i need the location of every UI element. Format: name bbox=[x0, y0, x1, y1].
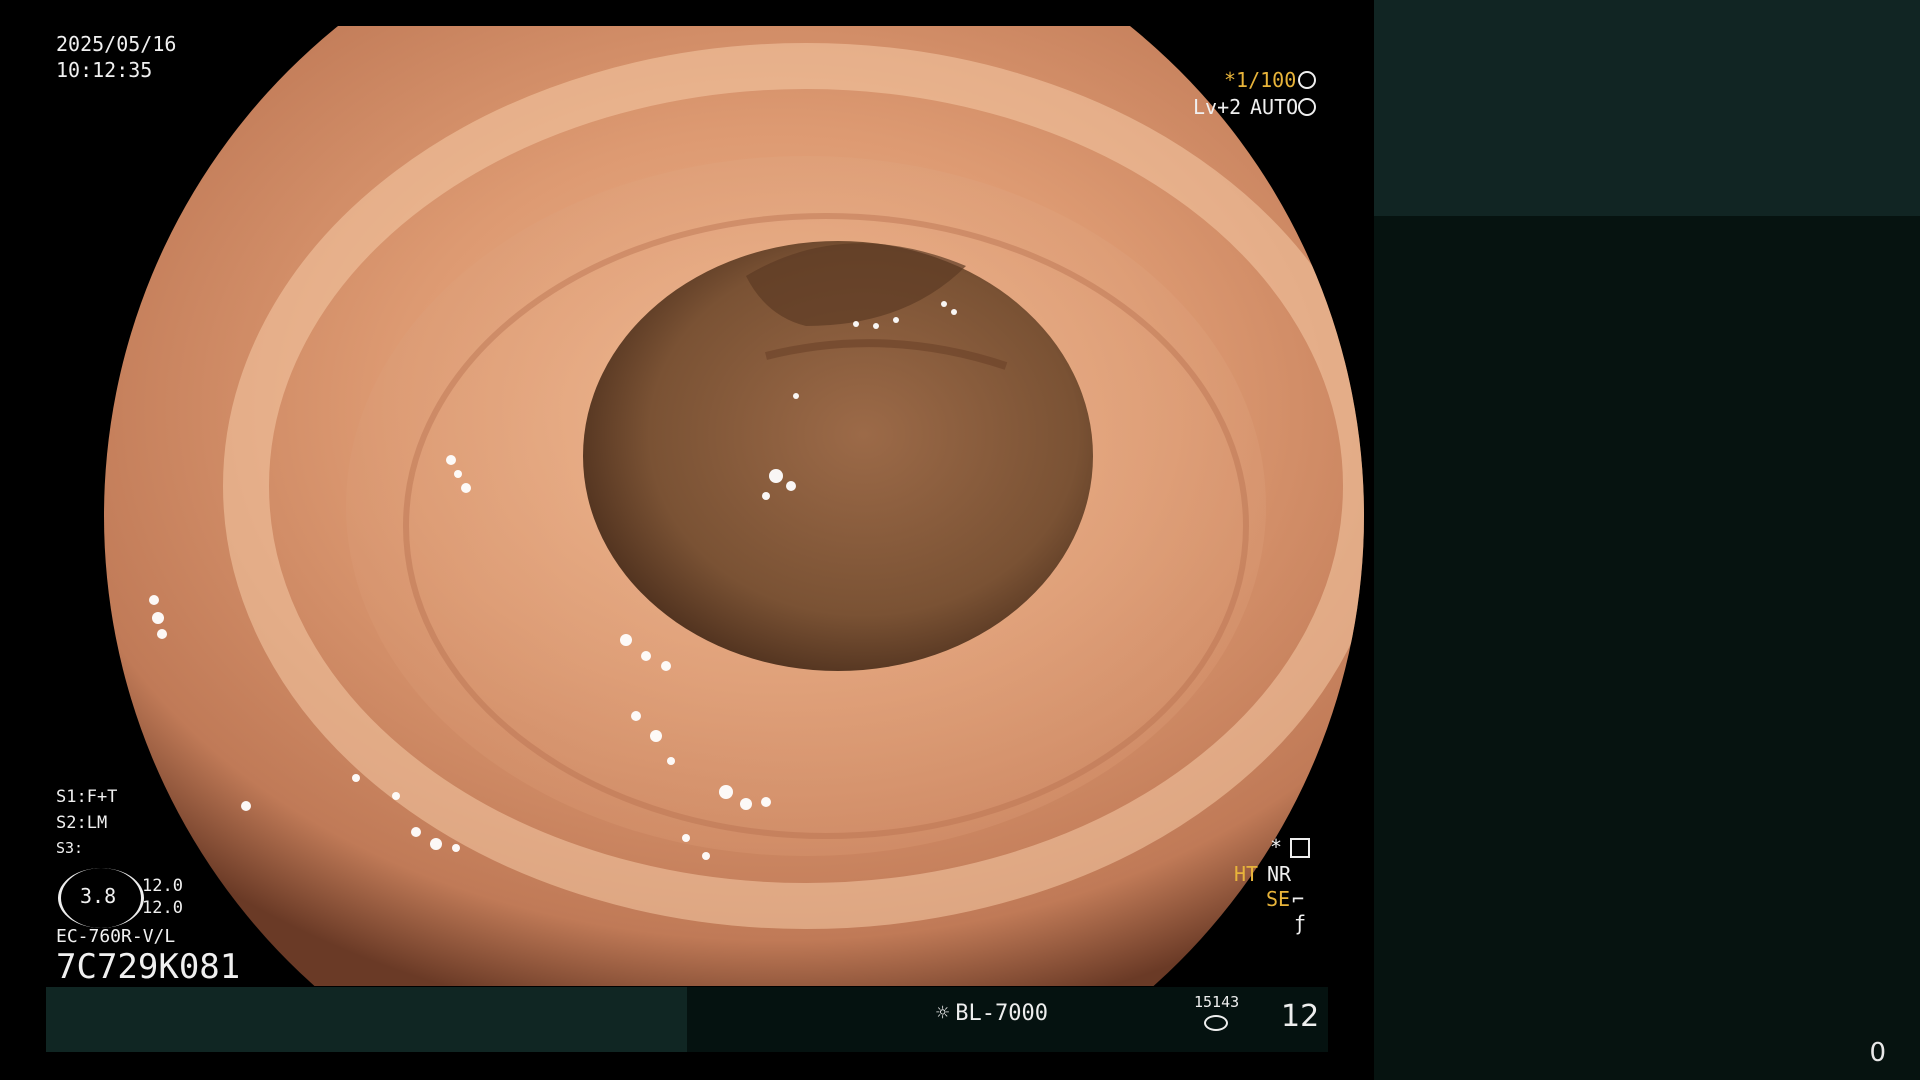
bottom-info-panel bbox=[46, 987, 687, 1052]
level-text: Lv+2 bbox=[1193, 95, 1242, 119]
s2-text: S2:LM bbox=[56, 813, 108, 833]
se-icon: ⌐ bbox=[1292, 887, 1305, 911]
shutter-text: *1/100 bbox=[1224, 68, 1297, 92]
shutter-icon bbox=[1298, 71, 1316, 89]
right-panel-bottom: 0 bbox=[1374, 216, 1920, 1080]
scope-model: EC-760R-V/L bbox=[56, 926, 176, 947]
s1-text: S1:F+T bbox=[56, 787, 118, 807]
counter-big: 12 bbox=[1281, 999, 1320, 1034]
light-source: ☼ BL-7000 bbox=[936, 1001, 1048, 1026]
star-mark: * bbox=[1270, 835, 1283, 859]
nr-text: NR bbox=[1267, 862, 1292, 886]
scope-serial: 7C729K081 bbox=[56, 947, 241, 987]
endoscope-view bbox=[46, 26, 1376, 986]
right-panel-top bbox=[1374, 0, 1920, 216]
iris-text: AUTO bbox=[1250, 95, 1299, 119]
bottom-status-bar: ☼ BL-7000 15143 12 bbox=[46, 987, 1328, 1052]
light-source-label: BL-7000 bbox=[955, 1001, 1048, 1026]
enhance-icon bbox=[1290, 838, 1310, 858]
light-source-icon: ☼ bbox=[936, 1001, 950, 1026]
ht-text: HT bbox=[1234, 862, 1259, 886]
time-text: 10:12:35 bbox=[56, 58, 153, 82]
s3-text: S3: bbox=[56, 839, 84, 857]
date-text: 2025/05/16 bbox=[56, 32, 177, 56]
se-text: SE bbox=[1266, 887, 1291, 911]
iris-icon bbox=[1298, 98, 1316, 116]
mode-icon: ƒ bbox=[1294, 911, 1307, 935]
ring-side-1: 12.0 bbox=[142, 876, 183, 896]
counter-small: 15143 bbox=[1194, 993, 1240, 1011]
colon-lumen-image bbox=[104, 26, 1364, 986]
ring-value: 3.8 bbox=[80, 884, 117, 908]
storage-icon bbox=[1204, 1015, 1228, 1031]
ring-side-2: 12.0 bbox=[142, 898, 183, 918]
frame-count: 0 bbox=[1869, 1038, 1886, 1068]
